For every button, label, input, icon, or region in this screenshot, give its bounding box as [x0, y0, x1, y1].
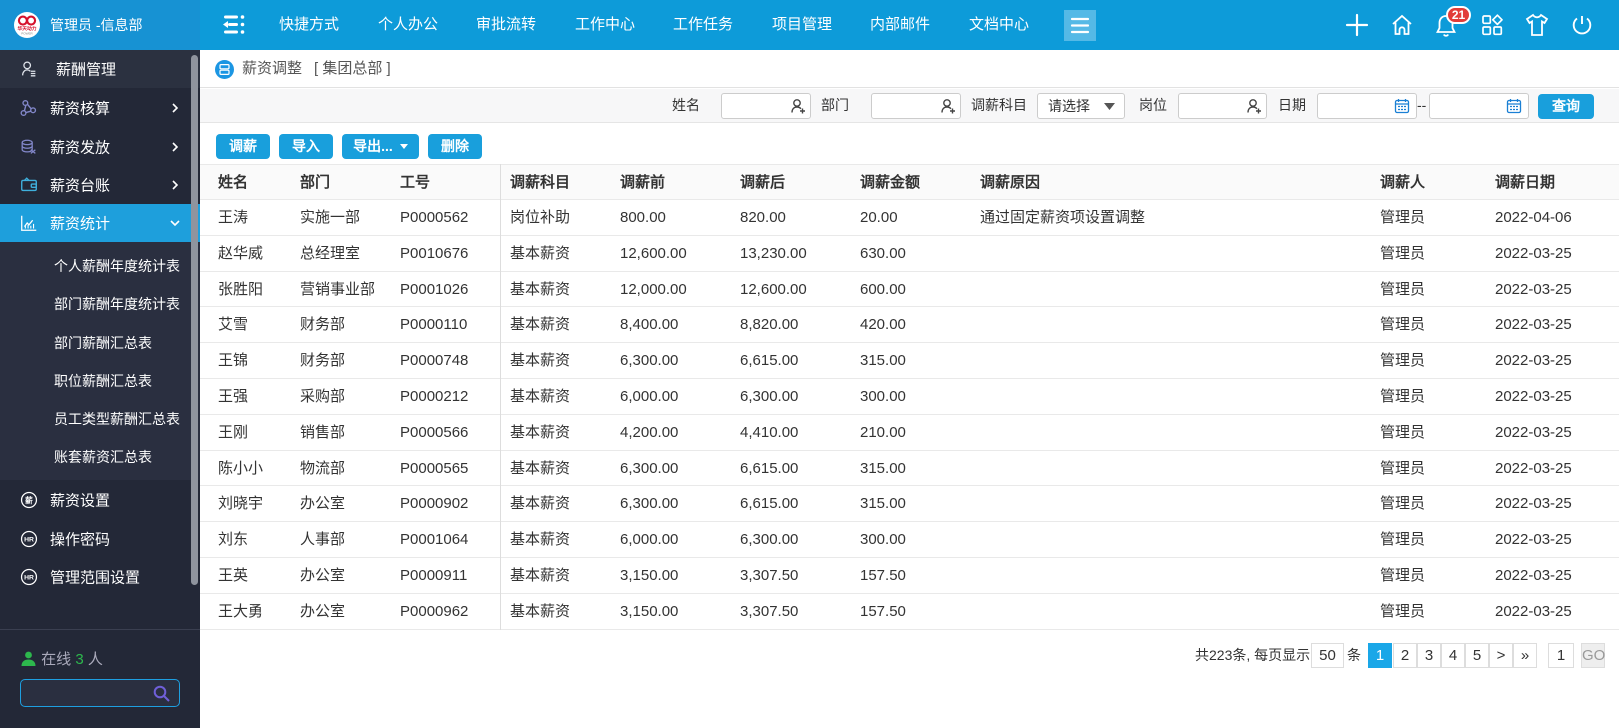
svg-text:HR: HR: [24, 574, 34, 581]
svg-text:HR: HR: [24, 536, 34, 543]
svg-text:POWER: POWER: [21, 32, 33, 36]
svg-text:薪: 薪: [25, 495, 33, 505]
